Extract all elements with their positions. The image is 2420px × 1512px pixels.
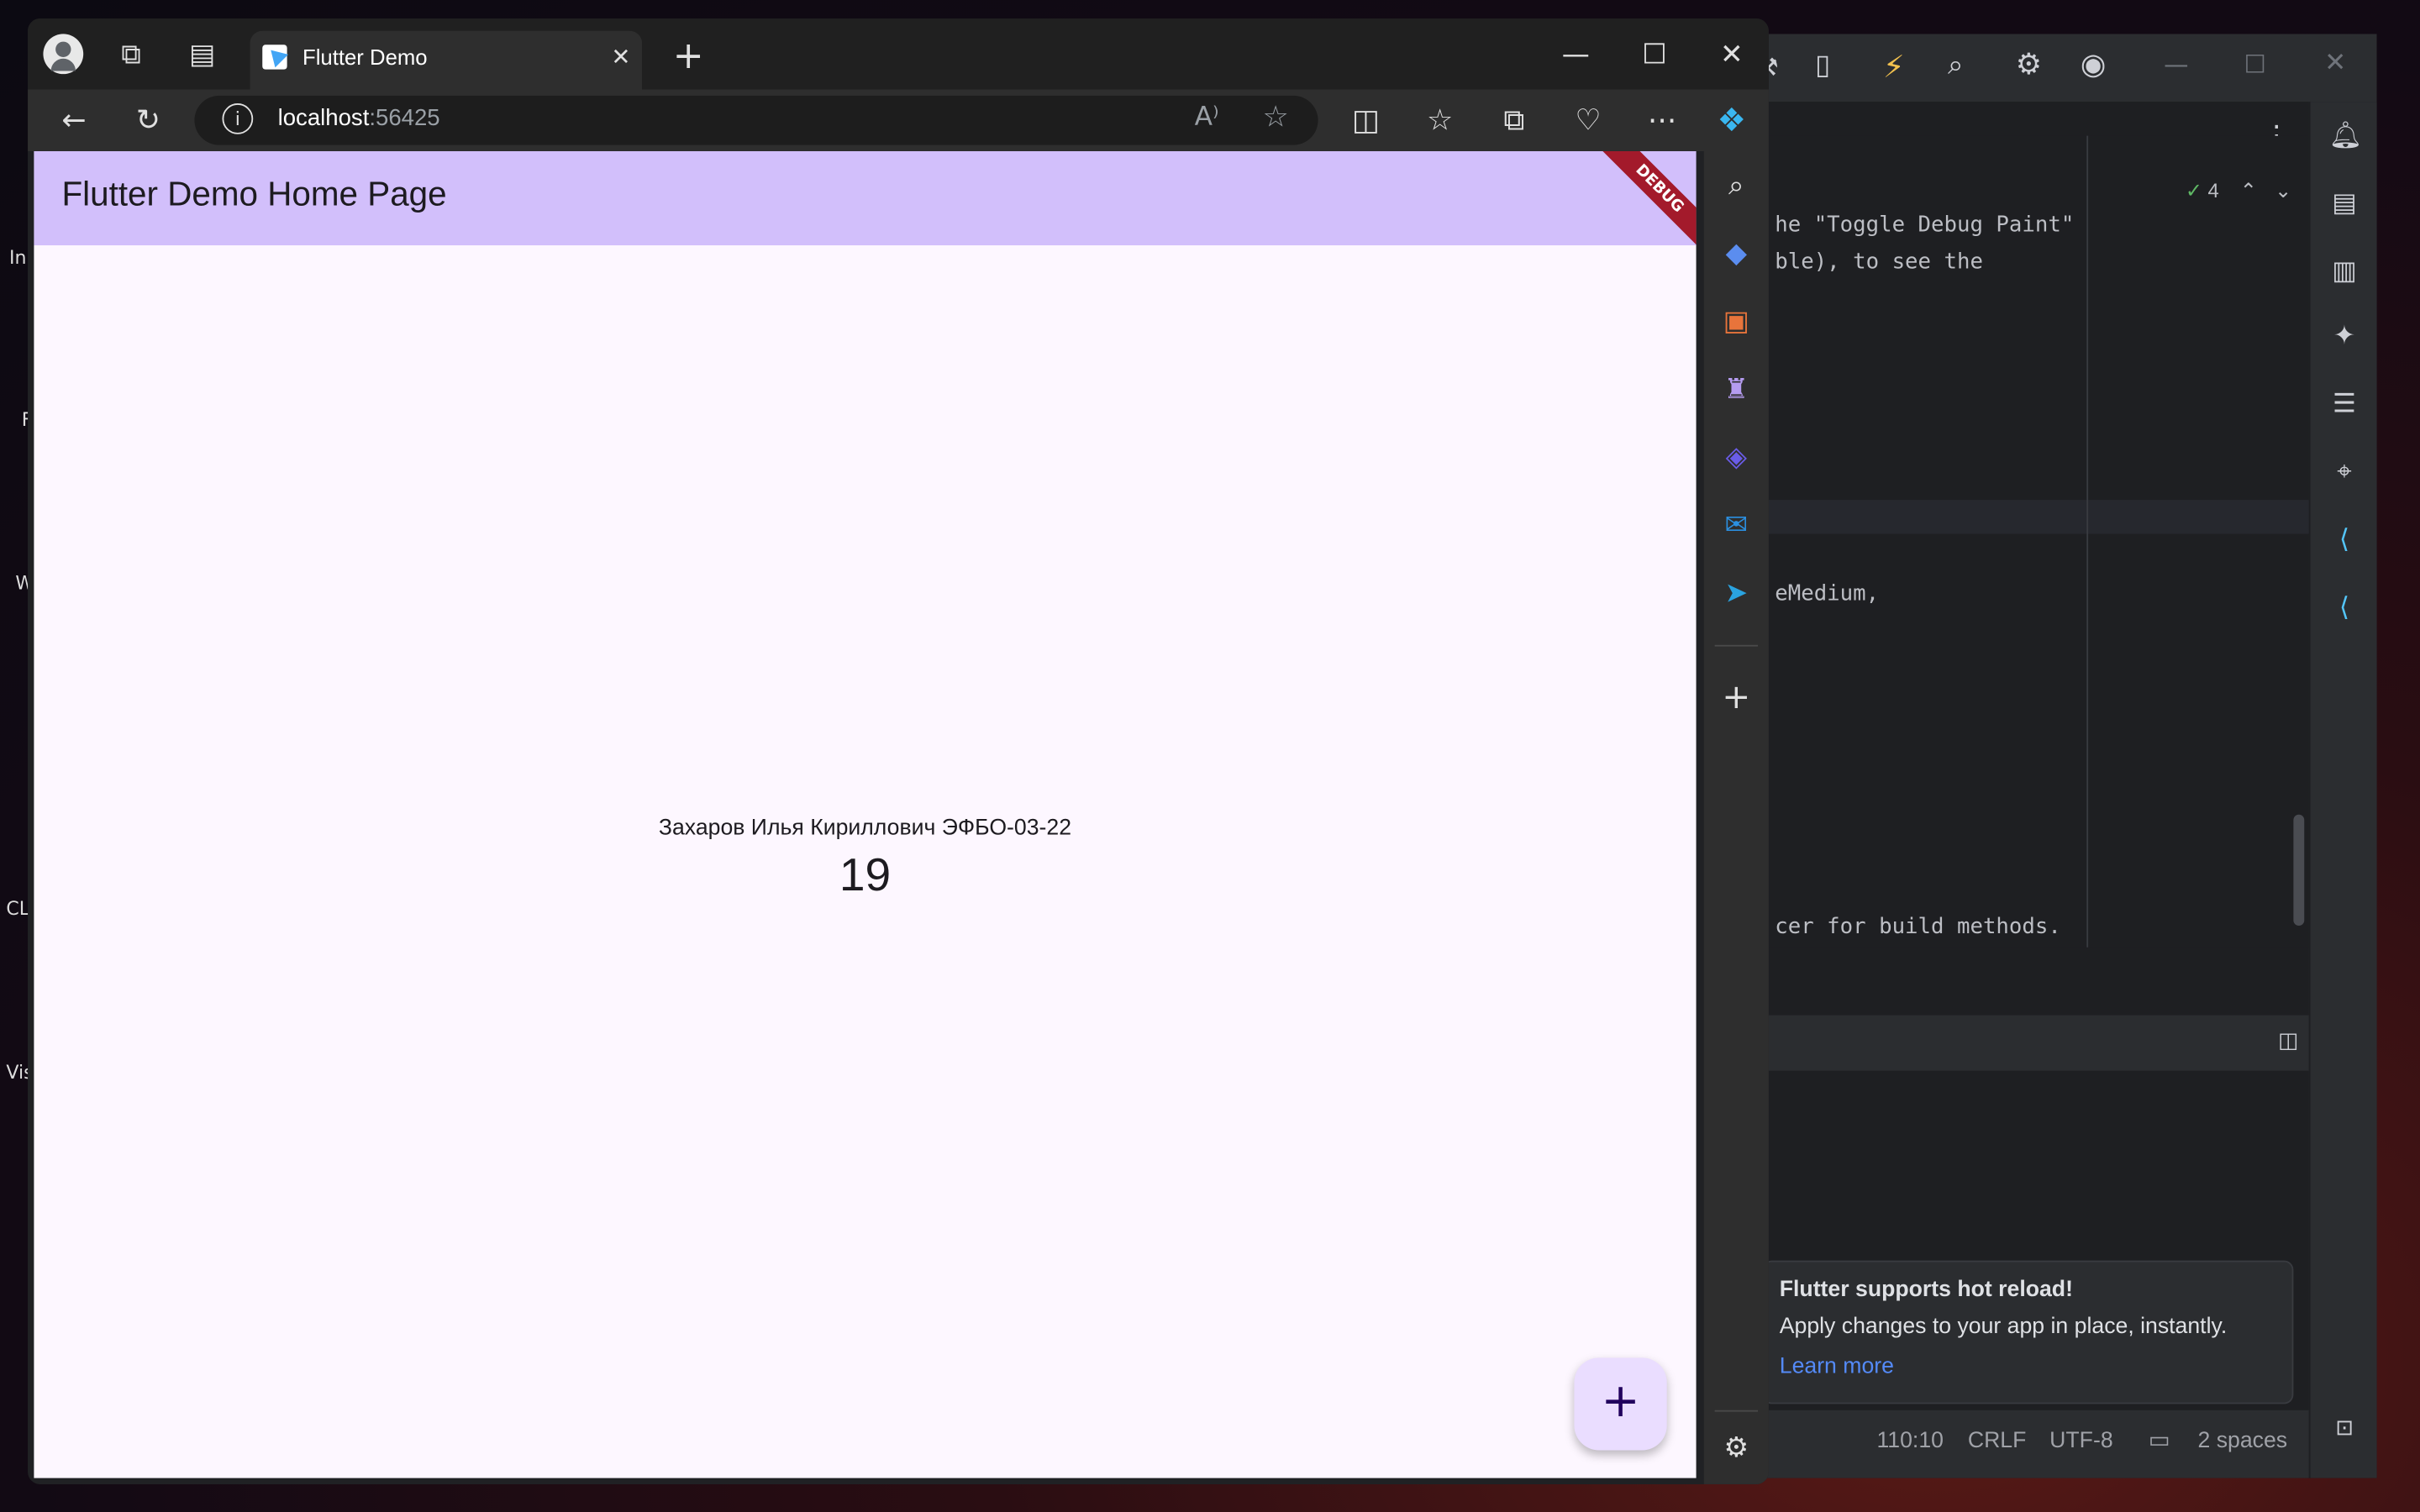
close-icon[interactable]: ✕ [1713,37,1750,74]
read-aloud-icon[interactable]: A⁾ [1195,102,1219,133]
sidebar-divider [1714,1410,1759,1412]
close-icon[interactable]: ✕ [2324,48,2346,79]
address-bar[interactable]: i localhost:56425 A⁾ ☆ [194,95,1318,145]
outlook-icon[interactable]: ✉ [1719,509,1753,543]
split-screen-icon[interactable]: ◫ [1347,102,1384,139]
layout-icon[interactable]: ◫ [2278,1029,2298,1053]
file-encoding[interactable]: UTF-8 [2049,1429,2112,1453]
new-tab-icon[interactable]: + [670,37,707,74]
page-title: Flutter Demo Home Page [61,174,447,213]
profile-avatar[interactable] [43,34,84,75]
clipboard-icon[interactable]: ▥ [2329,256,2360,287]
url-port: :56425 [369,104,440,132]
tab-close-icon[interactable]: ✕ [611,43,630,71]
comment-icon[interactable]: ▭ [2149,1425,2170,1453]
search-icon[interactable]: ⌕ [1948,50,1964,82]
device-manager-icon[interactable]: ▤ [2329,188,2360,219]
desktop-label: In [9,246,27,269]
inspection-count: 4 [2207,179,2219,202]
line-separator[interactable]: CRLF [1968,1429,2027,1453]
maximize-icon[interactable]: ☐ [1636,37,1673,74]
increment-button[interactable]: + [1574,1357,1667,1451]
edge-sidebar: ⌕ ◆ ▣ ♜ ◈ ✉ ➤ + ⚙ [1703,151,1769,1484]
plus-icon: + [1601,1374,1640,1429]
url-host: localhost [277,104,370,132]
guide-line [2086,135,2089,948]
notifications-icon[interactable]: 🔔︎ [2329,120,2363,151]
inspection-widget[interactable]: ✓ 4 ⌃ ⌄ [2186,179,2291,203]
current-line-highlight [1744,500,2309,534]
caption-text: Захаров Илья Кириллович ЭФБО-03-22 [658,816,1072,842]
more-menu-icon[interactable]: ⋯ [1644,102,1681,139]
workspaces-icon[interactable]: ⧉ [113,37,150,74]
browser-essentials-icon[interactable]: ♡ [1570,102,1607,139]
favorites-icon[interactable]: ☆ [1422,102,1459,139]
shopping-tag-icon[interactable]: ◆ [1719,238,1753,271]
minimize-icon[interactable]: — [2164,50,2188,79]
ide-panel-header: ◫ [1744,1015,2309,1071]
refresh-icon[interactable]: ↻ [129,102,166,139]
ide-window: ⚒ ▯ ⚡ ⌕ ⚙ ◉ — ☐ ✕ ⋮ ✓ 4 ⌃ ⌄ he "Toggle D… [1744,34,2377,1478]
account-icon[interactable]: ◉ [2081,48,2106,81]
inspector-icon[interactable]: ⌖ [2329,457,2360,488]
telegram-icon[interactable]: ➤ [1719,577,1753,611]
tab-flutter-demo[interactable]: Flutter Demo ✕ [250,30,643,93]
maximize-icon[interactable]: ☐ [2244,50,2266,79]
url-text: localhost:56425 [278,105,440,131]
learn-more-link[interactable]: Learn more [1780,1355,1894,1379]
vertical-tabs-icon[interactable]: ▤ [184,37,221,74]
ide-right-toolbar: 🔔︎ ▤ ▥ ✦ ☰ ⌖ ⟨ ⟨ ⊡ [2308,102,2377,1478]
hot-reload-icon[interactable]: ⚡ [1883,48,1905,85]
copilot-icon[interactable]: ❖ [1713,102,1750,139]
ai-assistant-icon[interactable]: ✦ [2329,321,2360,352]
code-line: he "Toggle Debug Paint" [1775,213,2075,238]
flutter-inspector-icon[interactable]: ⟨ [2329,524,2360,555]
app-bar: Flutter Demo Home Page [34,151,1697,246]
code-editor[interactable]: ✓ 4 ⌃ ⌄ he "Toggle Debug Paint" ble), to… [1744,135,2309,948]
browser-toolbar: ← ↻ i localhost:56425 A⁾ ☆ ◫ ☆ ⧉ ♡ ⋯ ❖ [28,89,1769,151]
notification-body: Apply changes to your app in place, inst… [1779,1314,2228,1340]
sidebar-settings-icon[interactable]: ⚙ [1719,1431,1753,1465]
counter-value: 19 [839,850,892,901]
back-icon[interactable]: ← [55,102,92,139]
tools-icon[interactable]: ▣ [1719,306,1753,339]
desktop-label: CL [6,897,30,920]
tab-title: Flutter Demo [302,45,428,70]
browser-window: ⧉ ▤ Flutter Demo ✕ + — ☐ ✕ ← ↻ i localho… [28,18,1769,1484]
flutter-performance-icon[interactable]: ⟨ [2329,592,2360,623]
favorite-star-icon[interactable]: ☆ [1262,100,1288,134]
code-line: ble), to see the [1775,249,1983,275]
collections-icon[interactable]: ⧉ [1496,102,1533,139]
code-line: eMedium, [1775,581,1880,606]
code-line: cer for build methods. [1775,915,2061,940]
device-icon[interactable]: ▯ [1815,50,1830,82]
desktop-edge: In F W CL Vis [0,0,34,1512]
sidebar-divider [1714,644,1759,647]
notification-title: Flutter supports hot reload! [1779,1277,2073,1303]
tab-strip: ⧉ ▤ Flutter Demo ✕ + — ☐ ✕ [28,18,1769,93]
gear-icon[interactable]: ⚙ [2016,48,2042,81]
ide-status-bar: 110:10 CRLF UTF-8 ▭ 2 spaces [1744,1410,2309,1478]
person-icon [55,41,71,57]
add-icon[interactable]: + [1719,681,1753,716]
person-body [50,58,76,71]
games-icon[interactable]: ♜ [1719,373,1753,407]
ide-titlebar: ⚒ ▯ ⚡ ⌕ ⚙ ◉ — ☐ ✕ [1744,34,2377,102]
flutter-logo-shape [264,43,289,68]
site-info-icon[interactable]: i [222,103,254,134]
microsoft365-icon[interactable]: ◈ [1719,441,1753,475]
caret-position[interactable]: 110:10 [1876,1429,1943,1453]
search-icon[interactable]: ⌕ [1719,170,1753,203]
hot-reload-notification: Flutter supports hot reload! Apply chang… [1762,1260,2294,1404]
flutter-app-page: Flutter Demo Home Page DEBUG Захаров Иль… [34,151,1697,1478]
flutter-favicon [262,43,289,70]
minimize-icon[interactable]: — [1557,37,1594,74]
indent-setting[interactable]: 2 spaces [2198,1429,2288,1453]
lock-icon[interactable]: ⊡ [2329,1413,2360,1444]
editor-scrollbar[interactable] [2293,814,2305,927]
structure-icon[interactable]: ☰ [2329,389,2360,420]
